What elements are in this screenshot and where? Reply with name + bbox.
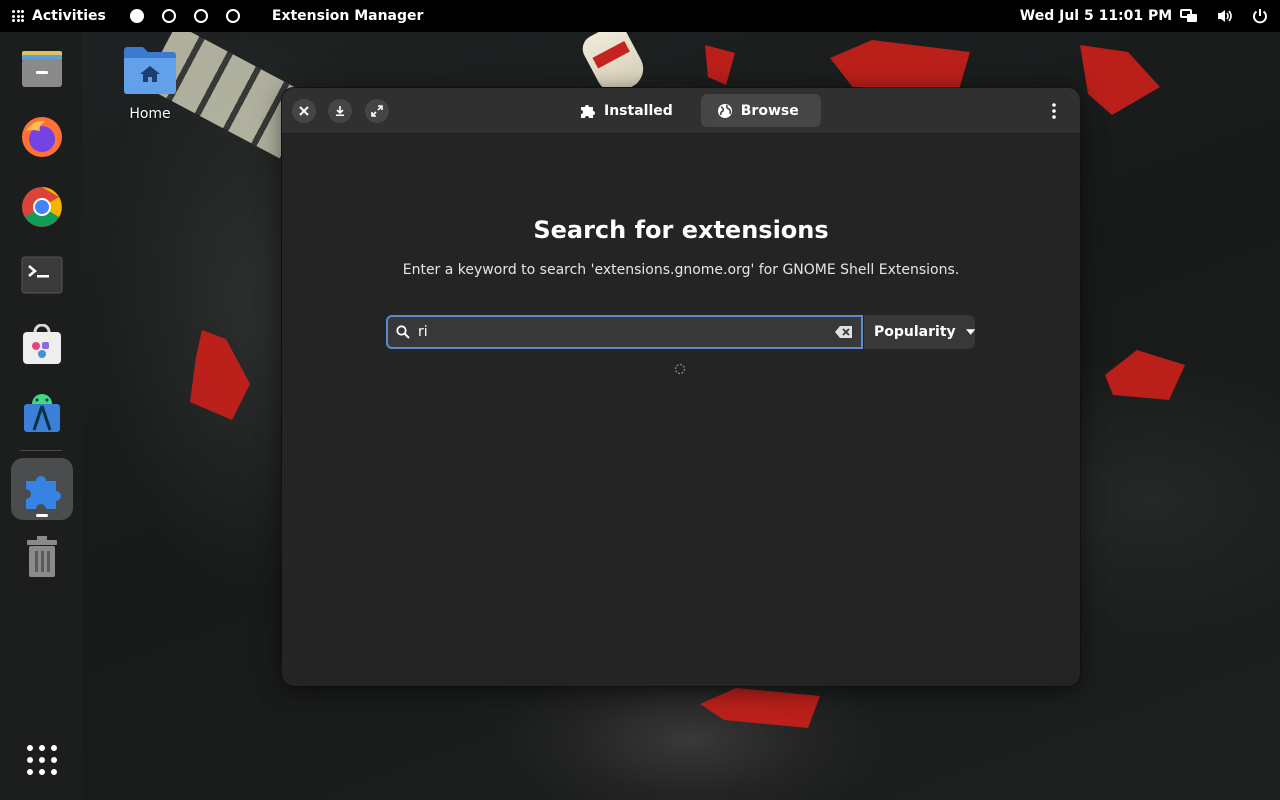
folder-icon — [124, 47, 176, 94]
maximize-button[interactable] — [365, 99, 389, 123]
activities-label: Activities — [32, 8, 106, 24]
firefox-dock-icon[interactable] — [11, 106, 73, 168]
workspace-2-dot[interactable] — [161, 9, 176, 23]
sort-dropdown[interactable]: Popularity — [864, 315, 975, 349]
software-dock-icon[interactable] — [11, 314, 73, 376]
network-icon[interactable] — [1180, 8, 1198, 24]
app-menu[interactable]: Extension Manager — [272, 8, 424, 24]
activities-button[interactable]: Activities — [0, 0, 116, 32]
header-bar: Installed Browse — [282, 88, 1080, 134]
chevron-down-icon — [965, 329, 975, 335]
app-grid-icon — [12, 10, 24, 22]
page-title: Search for extensions — [533, 216, 829, 244]
top-bar: Activities Extension Manager Wed Jul 5 1… — [0, 0, 1280, 32]
loading-spinner-icon — [674, 363, 686, 375]
workspace-indicator[interactable] — [129, 9, 240, 23]
search-row: Popularity — [386, 315, 975, 349]
dock-separator — [20, 450, 62, 451]
volume-icon[interactable] — [1216, 8, 1234, 24]
page-subtitle: Enter a keyword to search 'extensions.gn… — [402, 262, 960, 278]
home-desktop-icon[interactable]: Home — [118, 44, 182, 122]
minimize-icon — [336, 106, 344, 116]
search-icon — [396, 325, 410, 339]
minimize-button[interactable] — [328, 99, 352, 123]
tab-browse-label: Browse — [740, 102, 799, 119]
power-icon[interactable] — [1252, 8, 1268, 24]
tab-installed-label: Installed — [604, 102, 673, 119]
browse-page: Search for extensions Enter a keyword to… — [282, 134, 1080, 686]
app-grid-icon — [27, 745, 57, 775]
home-label: Home — [129, 106, 171, 122]
clear-search-icon[interactable] — [835, 326, 853, 338]
extension-manager-window: Installed Browse Search for extensions E… — [282, 88, 1080, 686]
view-switcher: Installed Browse — [564, 94, 821, 127]
sort-selected-label: Popularity — [874, 324, 956, 340]
tab-installed[interactable]: Installed — [564, 94, 695, 127]
trash-dock-icon[interactable] — [11, 526, 73, 588]
search-entry[interactable] — [386, 315, 863, 349]
extension-manager-dock-icon[interactable] — [11, 458, 73, 520]
maximize-icon — [371, 105, 383, 117]
workspace-1-dot[interactable] — [129, 9, 144, 23]
workspace-3-dot[interactable] — [193, 9, 208, 23]
chrome-dock-icon[interactable] — [11, 176, 73, 238]
system-tray[interactable] — [1180, 0, 1268, 32]
globe-icon — [717, 103, 732, 118]
tab-browse[interactable]: Browse — [700, 94, 821, 127]
clock[interactable]: Wed Jul 5 11:01 PM — [1020, 8, 1172, 24]
main-menu-button[interactable] — [1042, 99, 1066, 123]
workspace-4-dot[interactable] — [225, 9, 240, 23]
terminal-dock-icon[interactable] — [11, 244, 73, 306]
show-applications-button[interactable] — [11, 729, 73, 791]
android-studio-dock-icon[interactable] — [11, 382, 73, 444]
dock — [0, 32, 82, 800]
running-indicator — [36, 514, 48, 517]
kebab-menu-icon — [1052, 103, 1056, 119]
close-icon — [299, 106, 309, 116]
puzzle-icon — [581, 104, 595, 118]
close-button[interactable] — [292, 99, 316, 123]
search-input[interactable] — [418, 324, 835, 340]
files-dock-icon[interactable] — [11, 38, 73, 100]
